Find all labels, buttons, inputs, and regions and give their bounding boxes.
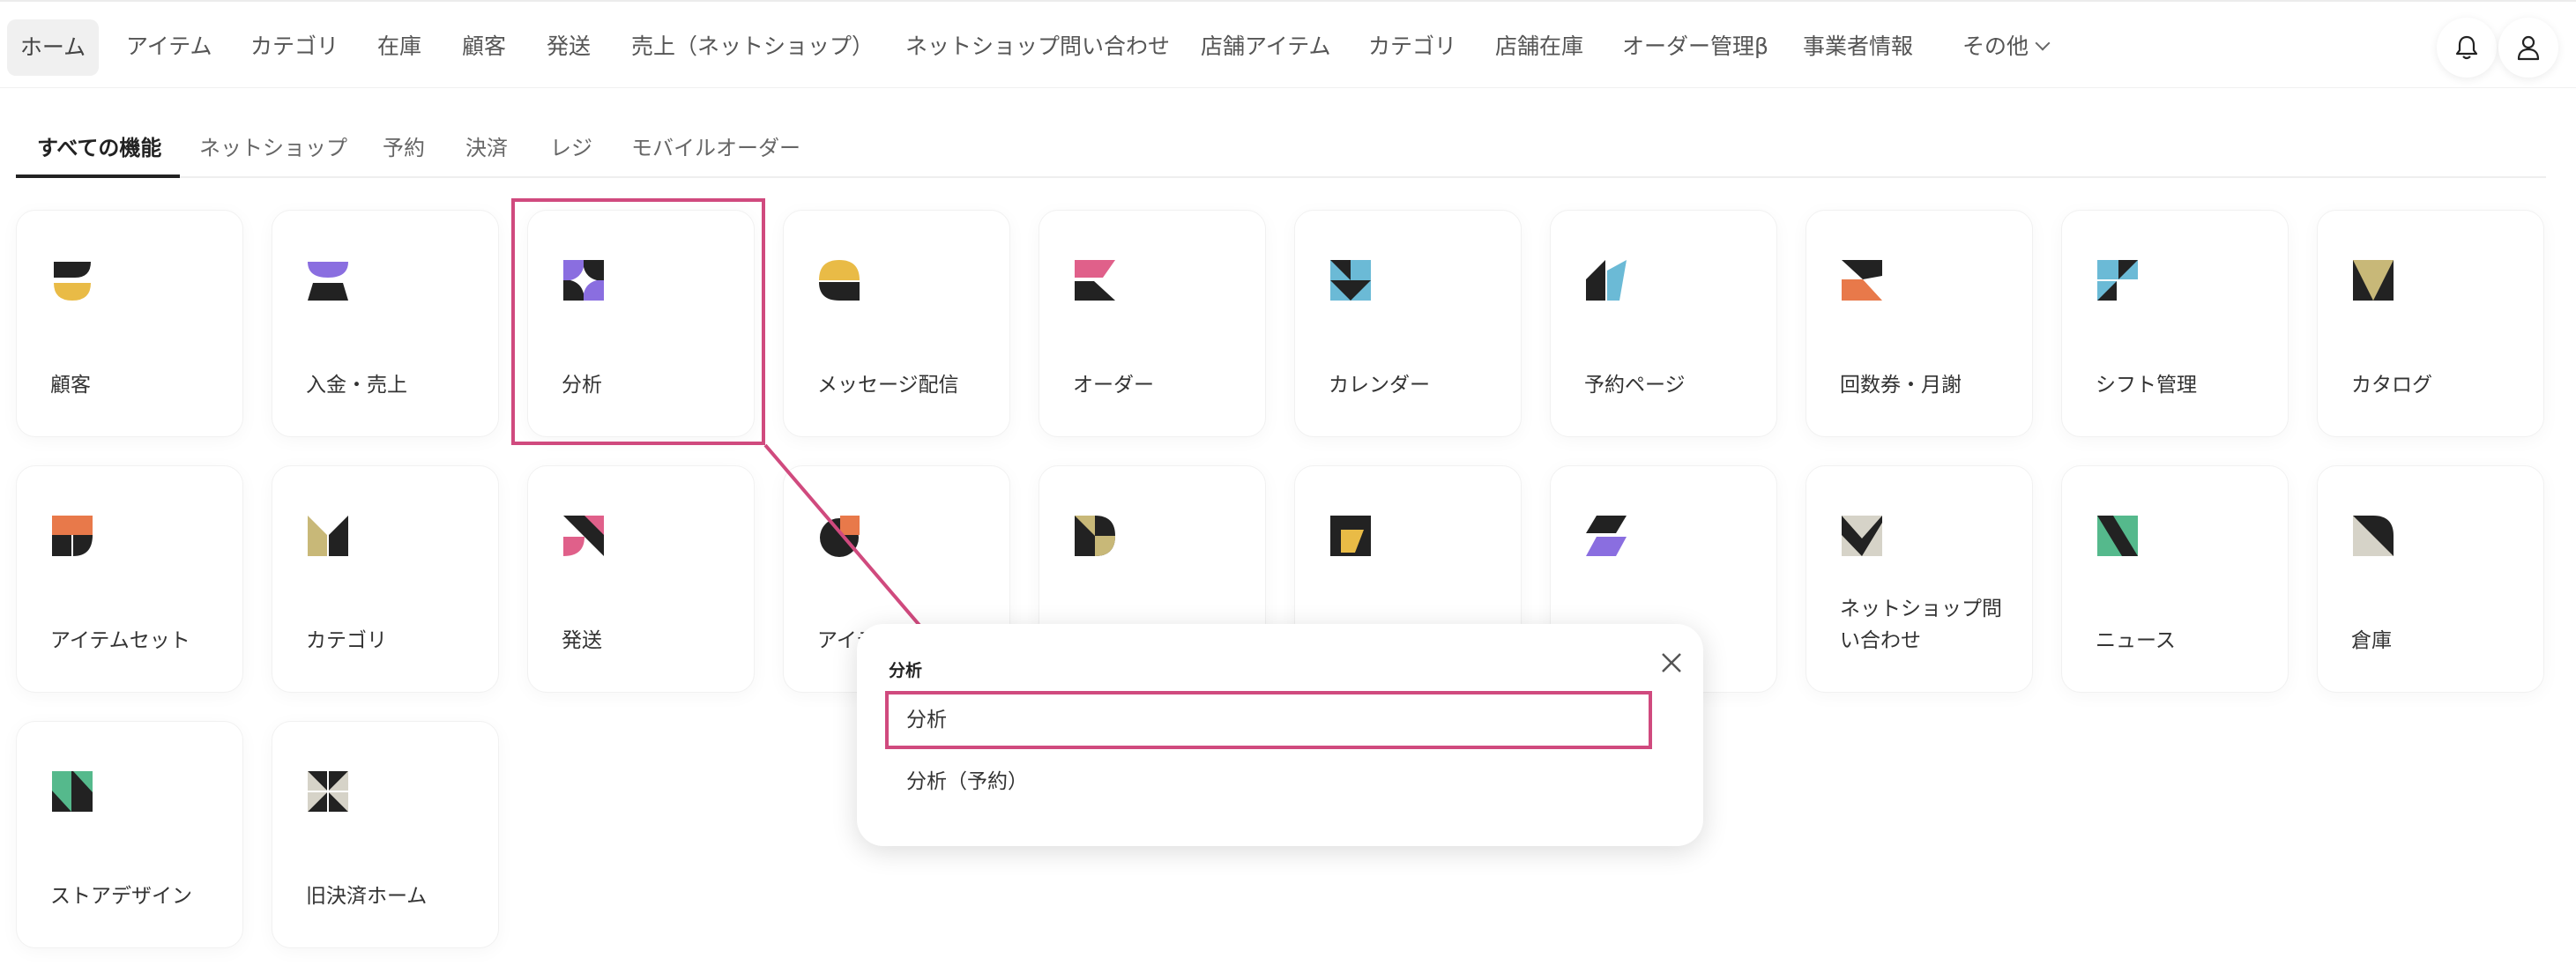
- feature-tabs: すべての機能 ネットショップ 予約 決済 レジ モバイルオーダー: [16, 123, 2546, 178]
- app-icon-c: [1586, 516, 1627, 556]
- nav-store-stock[interactable]: 店舗在庫: [1495, 26, 1583, 78]
- category-icon: [308, 516, 348, 556]
- nav-sales-netshop[interactable]: 売上（ネットショップ）: [631, 26, 874, 78]
- reservation-page-icon: [1586, 260, 1627, 301]
- analytics-submenu-popup: 分析 分析 分析（予約）: [857, 624, 1703, 846]
- item-icon: [820, 516, 860, 557]
- card-label: ネットショップ問い合わせ: [1840, 598, 2002, 652]
- tab-all-features[interactable]: すべての機能: [37, 130, 161, 161]
- account-button[interactable]: [2498, 18, 2558, 78]
- tab-mobile-order[interactable]: モバイルオーダー: [631, 130, 800, 161]
- card-label: オーダー: [1073, 374, 1154, 397]
- nav-netshop-inquiry[interactable]: ネットショップ問い合わせ: [905, 26, 1170, 78]
- message-icon: [819, 260, 860, 301]
- feature-card-legacy-payment[interactable]: 旧決済ホーム: [272, 721, 499, 948]
- card-label: メッセージ配信: [817, 374, 959, 397]
- popup-item-analytics-reservation[interactable]: 分析（予約）: [885, 753, 1652, 811]
- card-label: 回数券・月謝: [1840, 374, 1962, 397]
- card-label: カレンダー: [1329, 374, 1430, 397]
- app-icon-a: [1075, 516, 1115, 556]
- feature-card-shipping[interactable]: 発送: [527, 465, 755, 693]
- card-label: 顧客: [50, 374, 91, 397]
- app-icon-b: [1330, 516, 1371, 556]
- customer-icon: [54, 262, 91, 301]
- nav-customers[interactable]: 顧客: [462, 26, 506, 78]
- nav-business-info[interactable]: 事業者情報: [1803, 26, 1913, 78]
- ticket-icon: [1842, 260, 1882, 301]
- card-label: 入金・売上: [306, 374, 407, 397]
- feature-card-store-design[interactable]: ストアデザイン: [16, 721, 243, 948]
- nav-stock[interactable]: 在庫: [377, 26, 421, 78]
- card-label: ストアデザイン: [50, 885, 192, 908]
- popup-title: 分析: [889, 661, 923, 680]
- popup-item-analytics[interactable]: 分析: [885, 691, 1652, 749]
- card-label: 予約ページ: [1584, 374, 1686, 397]
- analytics-card-highlight: [511, 198, 765, 445]
- shift-icon: [2097, 260, 2138, 301]
- feature-card-netshop-inquiry[interactable]: ネットショップ問い合わせ: [1805, 465, 2033, 693]
- feature-card-customers[interactable]: 顧客: [16, 210, 243, 437]
- nav-home[interactable]: ホーム: [7, 19, 99, 76]
- tab-payment[interactable]: 決済: [465, 130, 508, 161]
- nav-items[interactable]: アイテム: [126, 26, 212, 78]
- nav-category[interactable]: カテゴリ: [250, 26, 339, 78]
- chevron-down-icon: [2035, 35, 2051, 51]
- calendar-icon: [1330, 260, 1371, 301]
- legacy-payment-icon: [308, 771, 348, 812]
- shipping-icon: [563, 516, 604, 556]
- card-label: ニュース: [2096, 629, 2176, 652]
- feature-card-order[interactable]: オーダー: [1039, 210, 1266, 437]
- active-tab-indicator: [16, 175, 180, 178]
- card-label: 旧決済ホーム: [306, 885, 428, 908]
- tab-netshop[interactable]: ネットショップ: [199, 130, 347, 161]
- feature-card-catalog[interactable]: カタログ: [2317, 210, 2544, 437]
- news-icon: [2097, 516, 2138, 556]
- notification-button[interactable]: [2437, 18, 2497, 78]
- payout-icon: [308, 262, 348, 301]
- nav-store-items[interactable]: 店舗アイテム: [1201, 26, 1331, 78]
- nav-order-management[interactable]: オーダー管理β: [1622, 26, 1768, 78]
- card-label: カテゴリ: [306, 629, 387, 652]
- card-label: アイテムセット: [50, 629, 190, 652]
- tab-register[interactable]: レジ: [550, 130, 592, 161]
- item-set-icon: [52, 516, 93, 556]
- card-label: 倉庫: [2351, 629, 2392, 652]
- order-icon: [1075, 260, 1115, 301]
- catalog-icon: [2353, 260, 2394, 301]
- nav-store-category[interactable]: カテゴリ: [1368, 26, 1456, 78]
- feature-card-warehouse[interactable]: 倉庫: [2317, 465, 2544, 693]
- card-label: 発送: [562, 629, 602, 652]
- feature-card-tickets[interactable]: 回数券・月謝: [1805, 210, 2033, 437]
- nav-more-label: その他: [1962, 33, 2029, 59]
- bell-icon: [2455, 35, 2478, 60]
- feature-card-message[interactable]: メッセージ配信: [783, 210, 1010, 437]
- store-design-icon: [52, 771, 93, 812]
- feature-card-calendar[interactable]: カレンダー: [1294, 210, 1522, 437]
- tab-reservation[interactable]: 予約: [383, 130, 425, 161]
- nav-shipping[interactable]: 発送: [547, 26, 591, 78]
- feature-card-shift[interactable]: シフト管理: [2061, 210, 2289, 437]
- inquiry-icon: [1842, 516, 1882, 556]
- warehouse-icon: [2353, 516, 2394, 556]
- card-label: カタログ: [2351, 374, 2432, 397]
- user-icon: [2517, 35, 2540, 61]
- card-label: シフト管理: [2096, 374, 2197, 397]
- feature-card-item-set[interactable]: アイテムセット: [16, 465, 243, 693]
- top-navigation: ホーム アイテム カテゴリ 在庫 顧客 発送 売上（ネットショップ） ネットショ…: [0, 0, 2576, 88]
- feature-card-news[interactable]: ニュース: [2061, 465, 2289, 693]
- feature-card-category[interactable]: カテゴリ: [272, 465, 499, 693]
- close-icon[interactable]: [1654, 645, 1689, 680]
- feature-card-payout[interactable]: 入金・売上: [272, 210, 499, 437]
- feature-card-reservation-page[interactable]: 予約ページ: [1550, 210, 1777, 437]
- nav-more[interactable]: その他: [1962, 26, 2051, 78]
